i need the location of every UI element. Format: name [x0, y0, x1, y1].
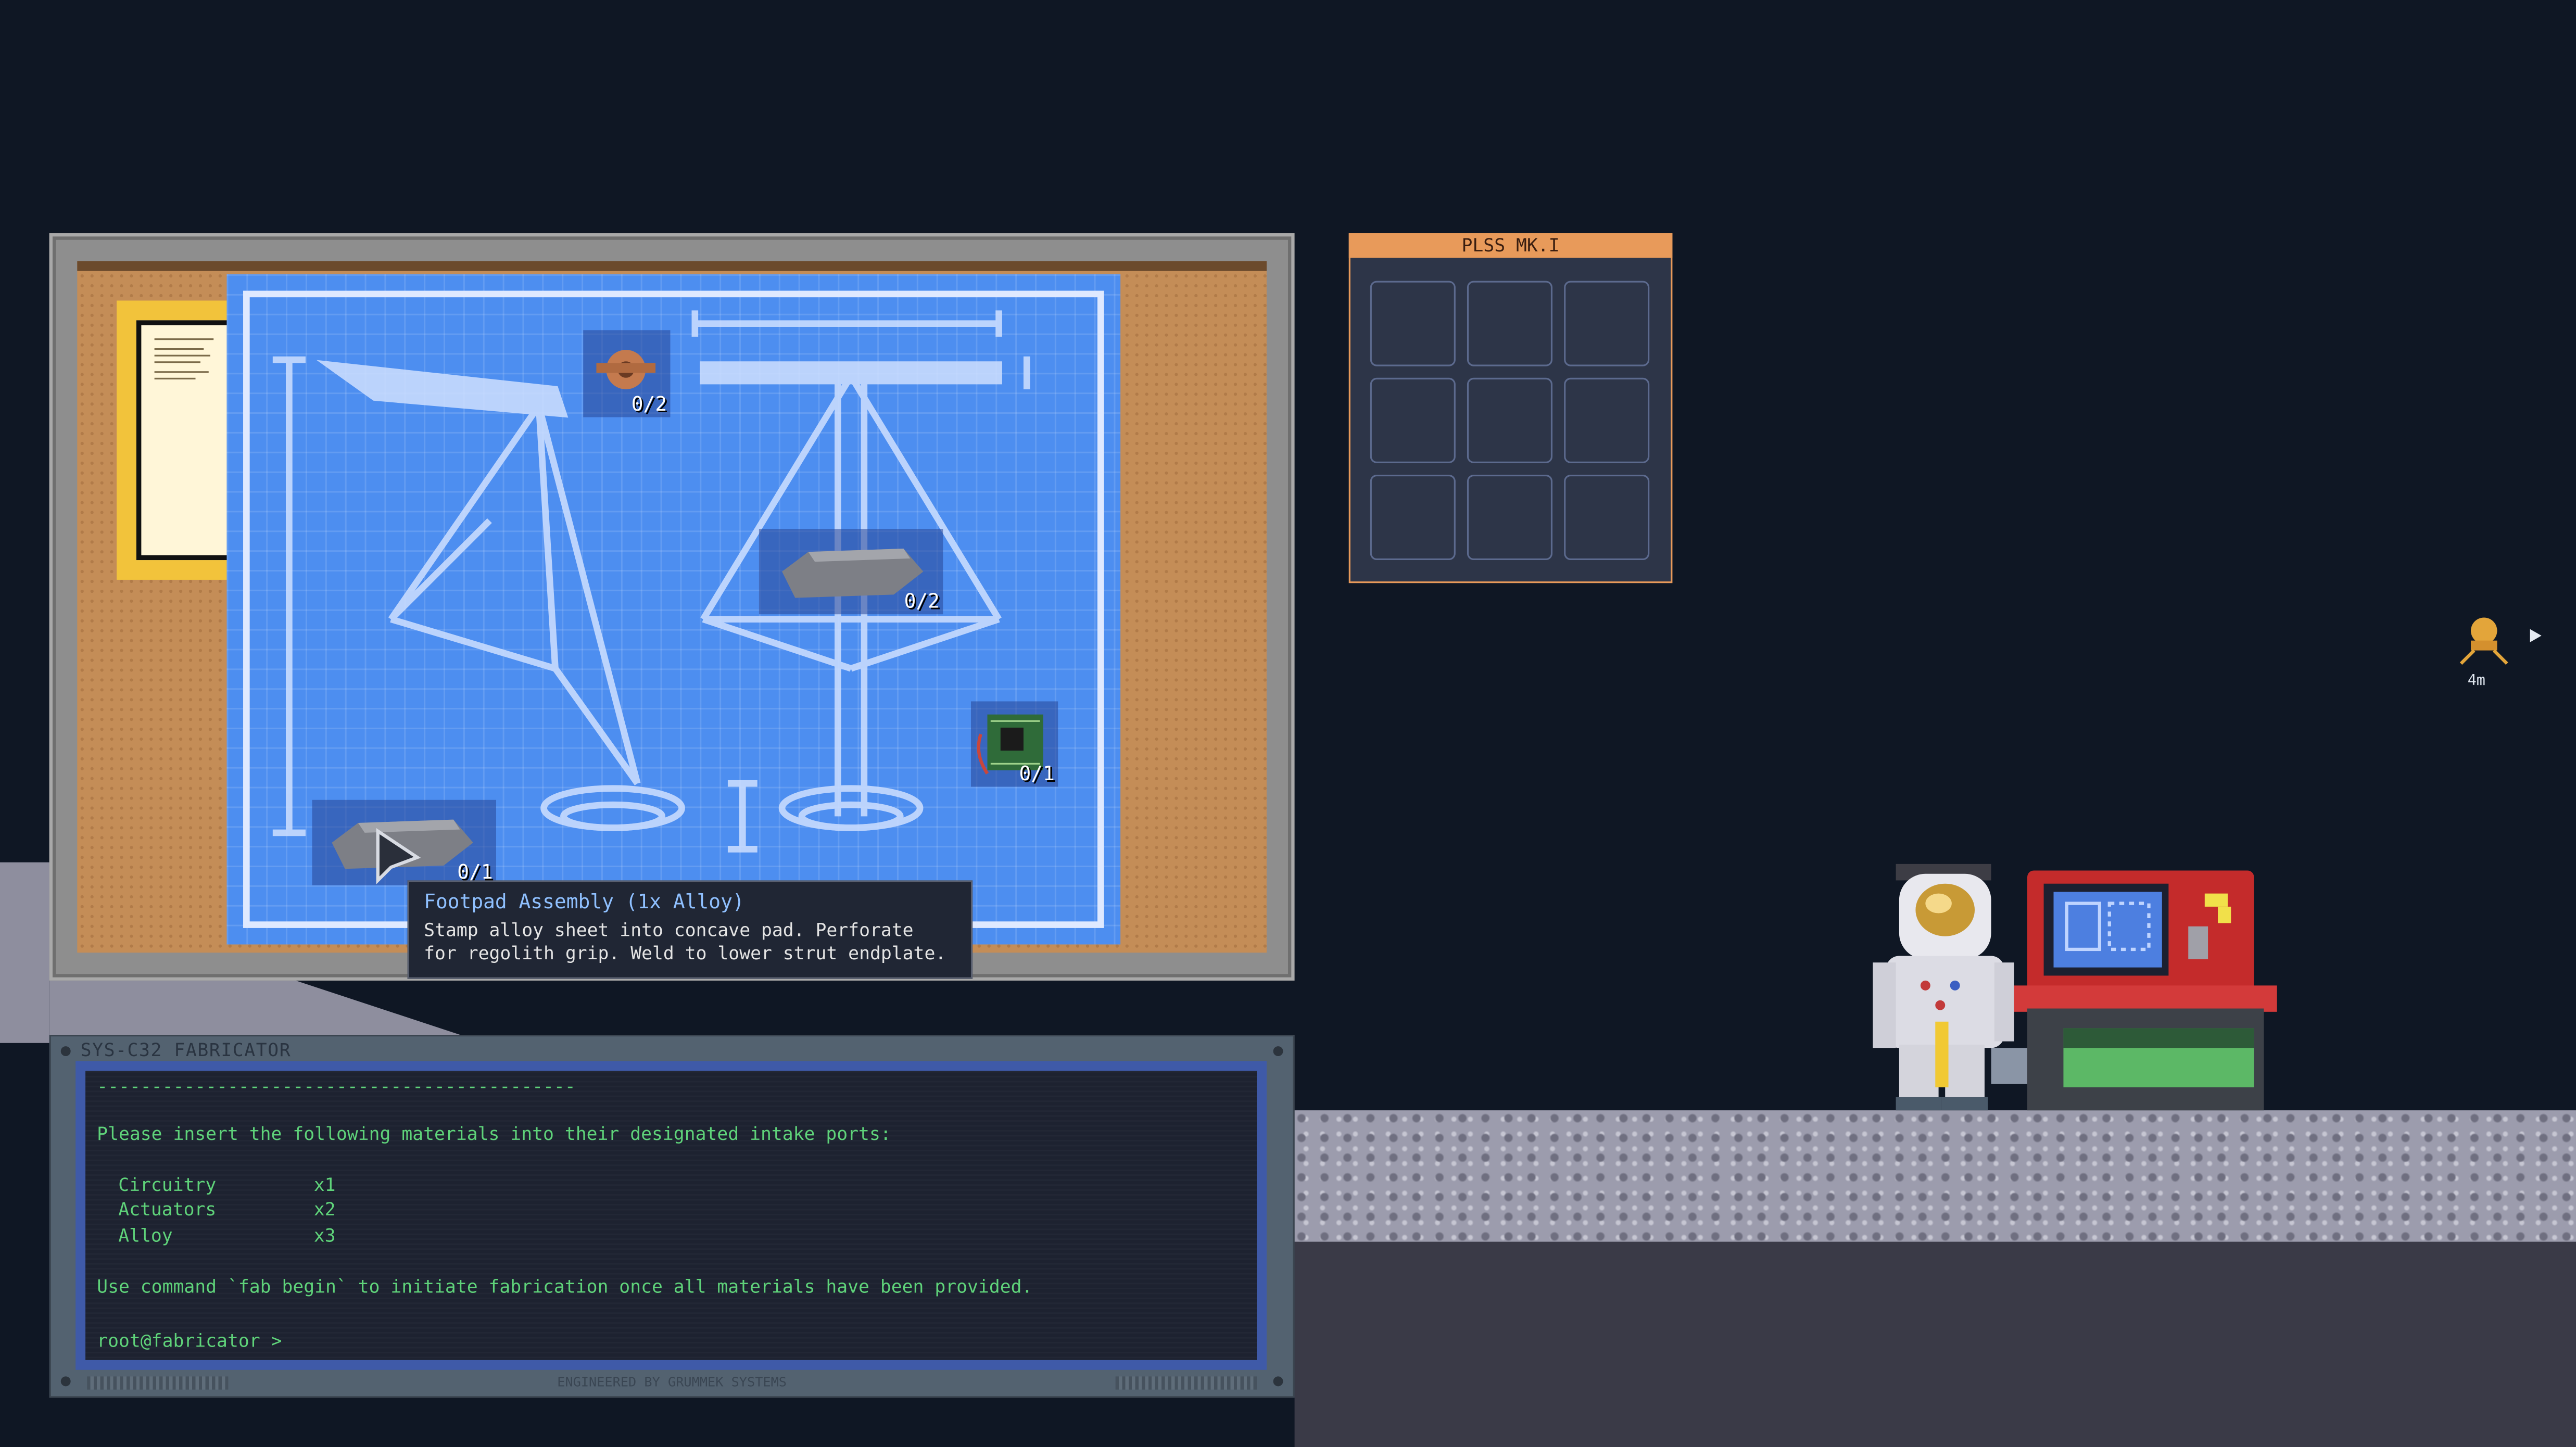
lunar-surface — [1294, 1110, 2576, 1242]
terminal-separator: ----------------------------------------… — [97, 1075, 576, 1097]
inventory-slot[interactable] — [1370, 377, 1456, 463]
blueprint-slot-actuator[interactable]: 0/2 — [583, 330, 671, 417]
terminal-footer: ENGINEERED BY GRUMMEK SYSTEMS — [557, 1375, 787, 1390]
terminal-instruction: Use command `fab begin` to initiate fabr… — [97, 1276, 1033, 1298]
inventory-slot[interactable] — [1370, 281, 1456, 366]
mouse-cursor-icon — [376, 828, 421, 885]
arrow-right-icon — [2530, 629, 2542, 642]
terminal-intro: Please insert the following materials in… — [97, 1123, 891, 1145]
material-name-alloy: Alloy — [118, 1225, 173, 1247]
inventory-slot[interactable] — [1467, 474, 1553, 561]
screw-icon — [60, 1046, 71, 1057]
inventory-title: PLSS MK.I — [1348, 233, 1673, 258]
lunar-rock-slope — [49, 980, 460, 1035]
terminal-screen[interactable] — [85, 1071, 1257, 1360]
blueprint-slot-alloy[interactable]: 0/2 — [759, 529, 943, 615]
screw-icon — [1273, 1046, 1283, 1057]
inventory-slot[interactable] — [1564, 377, 1650, 463]
material-name-circuitry: Circuitry — [118, 1174, 217, 1196]
lunar-rock-left — [0, 862, 49, 1043]
terminal-title: SYS-C32 FABRICATOR — [80, 1039, 292, 1061]
lander-icon — [2459, 617, 2508, 665]
inventory-slot[interactable] — [1370, 474, 1456, 561]
note-paper — [136, 320, 232, 561]
locator-distance: 4m — [2467, 673, 2485, 690]
fabricator-machine-icon[interactable] — [1991, 867, 2280, 1113]
tooltip-title: Footpad Assembly (1x Alloy) — [424, 890, 744, 913]
material-name-actuators: Actuators — [118, 1199, 217, 1221]
material-qty-circuitry: x1 — [313, 1174, 336, 1196]
slot-count: 0/2 — [904, 589, 940, 613]
inventory-slot[interactable] — [1564, 281, 1650, 366]
item-tooltip: Footpad Assembly (1x Alloy) Stamp alloy … — [407, 880, 973, 979]
material-qty-alloy: x3 — [313, 1225, 336, 1247]
slot-count: 0/2 — [631, 392, 667, 416]
blueprint-slot-circuitry[interactable]: 0/1 — [970, 701, 1058, 787]
inventory-slot[interactable] — [1467, 281, 1553, 366]
inventory-slot[interactable] — [1564, 474, 1650, 561]
inventory-slot[interactable] — [1467, 377, 1553, 463]
tooltip-body: Stamp alloy sheet into concave pad. Perf… — [424, 920, 946, 964]
slot-count: 0/1 — [1019, 762, 1055, 785]
material-qty-actuators: x2 — [313, 1199, 336, 1221]
terminal-prompt[interactable]: root@fabricator > — [97, 1330, 282, 1352]
